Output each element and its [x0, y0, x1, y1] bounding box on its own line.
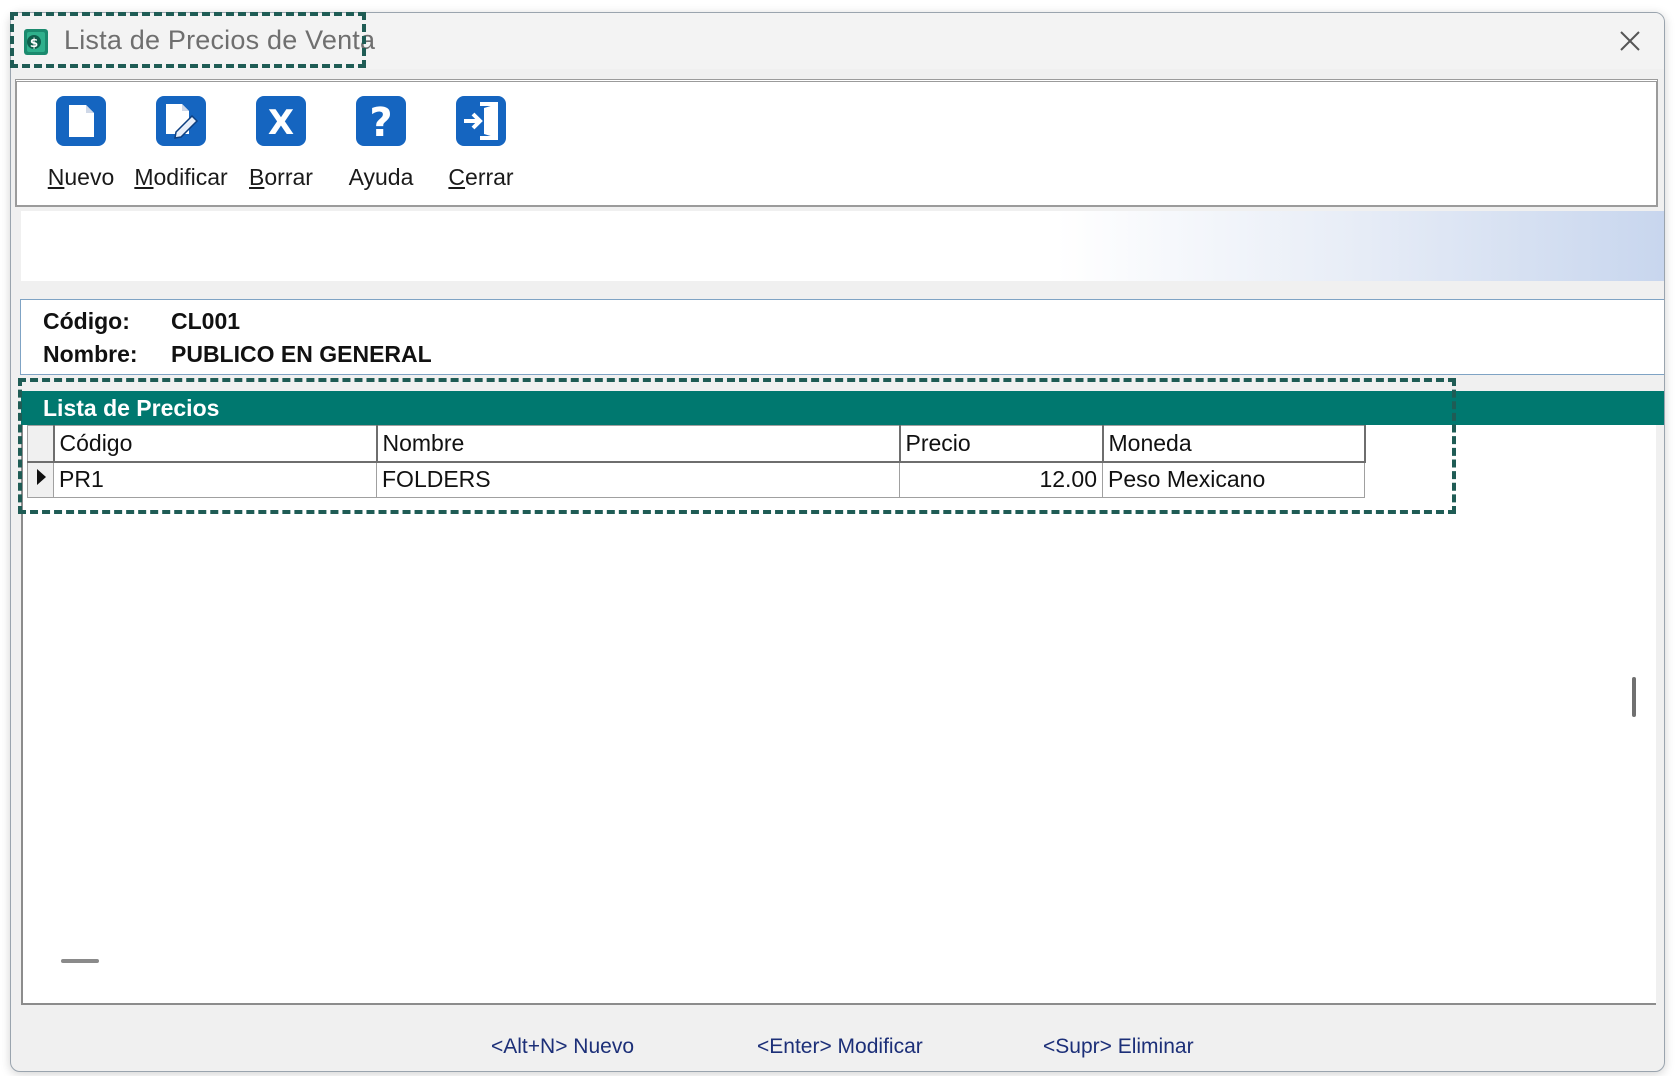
- close-toolbar-button[interactable]: Cerrar: [431, 86, 531, 200]
- horizontal-scrollbar-thumb[interactable]: [61, 959, 99, 963]
- price-list-section-header: Lista de Precios: [21, 391, 1664, 425]
- table-row[interactable]: PR1 FOLDERS 12.00 Peso Mexicano: [27, 461, 1365, 498]
- new-button-mnemonic: N: [47, 164, 65, 190]
- close-button[interactable]: [1610, 23, 1650, 59]
- column-header-moneda[interactable]: Moneda: [1102, 425, 1366, 463]
- codigo-row: Código: CL001: [43, 308, 240, 335]
- vertical-scrollbar-thumb[interactable]: [1632, 677, 1636, 717]
- banner-strip: [21, 211, 1664, 281]
- codigo-label: Código:: [43, 308, 130, 334]
- column-header-precio[interactable]: Precio: [899, 425, 1104, 463]
- help-button[interactable]: ? Ayuda: [331, 86, 431, 200]
- close-button-mnemonic: C: [448, 164, 466, 190]
- close-button-label: errar: [465, 164, 514, 190]
- cell-moneda[interactable]: Peso Mexicano: [1102, 461, 1365, 498]
- new-button[interactable]: Nuevo: [31, 86, 131, 200]
- cell-codigo[interactable]: PR1: [53, 461, 377, 498]
- section-title: Lista de Precios: [43, 395, 220, 421]
- price-list-app-icon: $: [24, 29, 48, 55]
- row-indicator-header: [27, 425, 55, 463]
- row-indicator: [27, 461, 54, 498]
- exit-door-icon: [456, 96, 506, 146]
- current-row-arrow-icon: [36, 469, 46, 486]
- nombre-value: PUBLICO EN GENERAL: [171, 341, 432, 367]
- client-info-panel: Código: CL001 Nombre: PUBLICO EN GENERAL: [20, 299, 1664, 375]
- title-bar[interactable]: $ Lista de Precios de Venta: [11, 13, 1664, 69]
- cell-nombre[interactable]: FOLDERS: [376, 461, 900, 498]
- price-list-window: $ Lista de Precios de Venta Nuevo Modifi…: [10, 12, 1665, 1072]
- help-button-label: Ayuda: [348, 164, 414, 190]
- svg-text:$: $: [30, 36, 38, 50]
- hint-modify: <Enter> Modificar: [757, 1035, 923, 1058]
- modify-button[interactable]: Modificar: [131, 86, 231, 200]
- delete-x-icon: X: [256, 96, 306, 146]
- hint-delete: <Supr> Eliminar: [1043, 1035, 1194, 1058]
- modify-button-mnemonic: M: [134, 164, 154, 190]
- close-icon: [1620, 31, 1640, 51]
- delete-button-mnemonic: B: [249, 164, 265, 190]
- price-table: Código Nombre Precio Moneda PR1 FOLDERS …: [27, 425, 1366, 498]
- modify-button-label: odificar: [153, 164, 228, 190]
- price-list-grid[interactable]: Código Nombre Precio Moneda PR1 FOLDERS …: [21, 425, 1656, 1005]
- window-title: Lista de Precios de Venta: [64, 25, 376, 55]
- table-header-row: Código Nombre Precio Moneda: [27, 425, 1366, 463]
- nombre-label: Nombre:: [43, 341, 138, 367]
- edit-document-icon: [156, 96, 206, 146]
- delete-button-label: orrar: [264, 164, 313, 190]
- help-question-icon: ?: [356, 96, 406, 146]
- new-document-icon: [56, 96, 106, 146]
- shortcut-hints-bar: <Alt+N> Nuevo <Enter> Modificar <Supr> E…: [21, 1031, 1664, 1065]
- svg-text:?: ?: [369, 100, 392, 146]
- cell-precio[interactable]: 12.00: [899, 461, 1103, 498]
- hint-new: <Alt+N> Nuevo: [491, 1035, 635, 1058]
- new-button-label: uevo: [64, 164, 115, 190]
- column-header-nombre[interactable]: Nombre: [376, 425, 901, 463]
- delete-button[interactable]: X Borrar: [231, 86, 331, 200]
- codigo-value: CL001: [171, 308, 241, 334]
- grid-viewport: Código Nombre Precio Moneda PR1 FOLDERS …: [23, 425, 1656, 1003]
- toolbar: Nuevo Modificar X Borrar ? Ayuda Cerrar: [15, 79, 1658, 207]
- nombre-row: Nombre: PUBLICO EN GENERAL: [43, 341, 432, 368]
- svg-text:X: X: [268, 103, 294, 143]
- column-header-codigo[interactable]: Código: [53, 425, 378, 463]
